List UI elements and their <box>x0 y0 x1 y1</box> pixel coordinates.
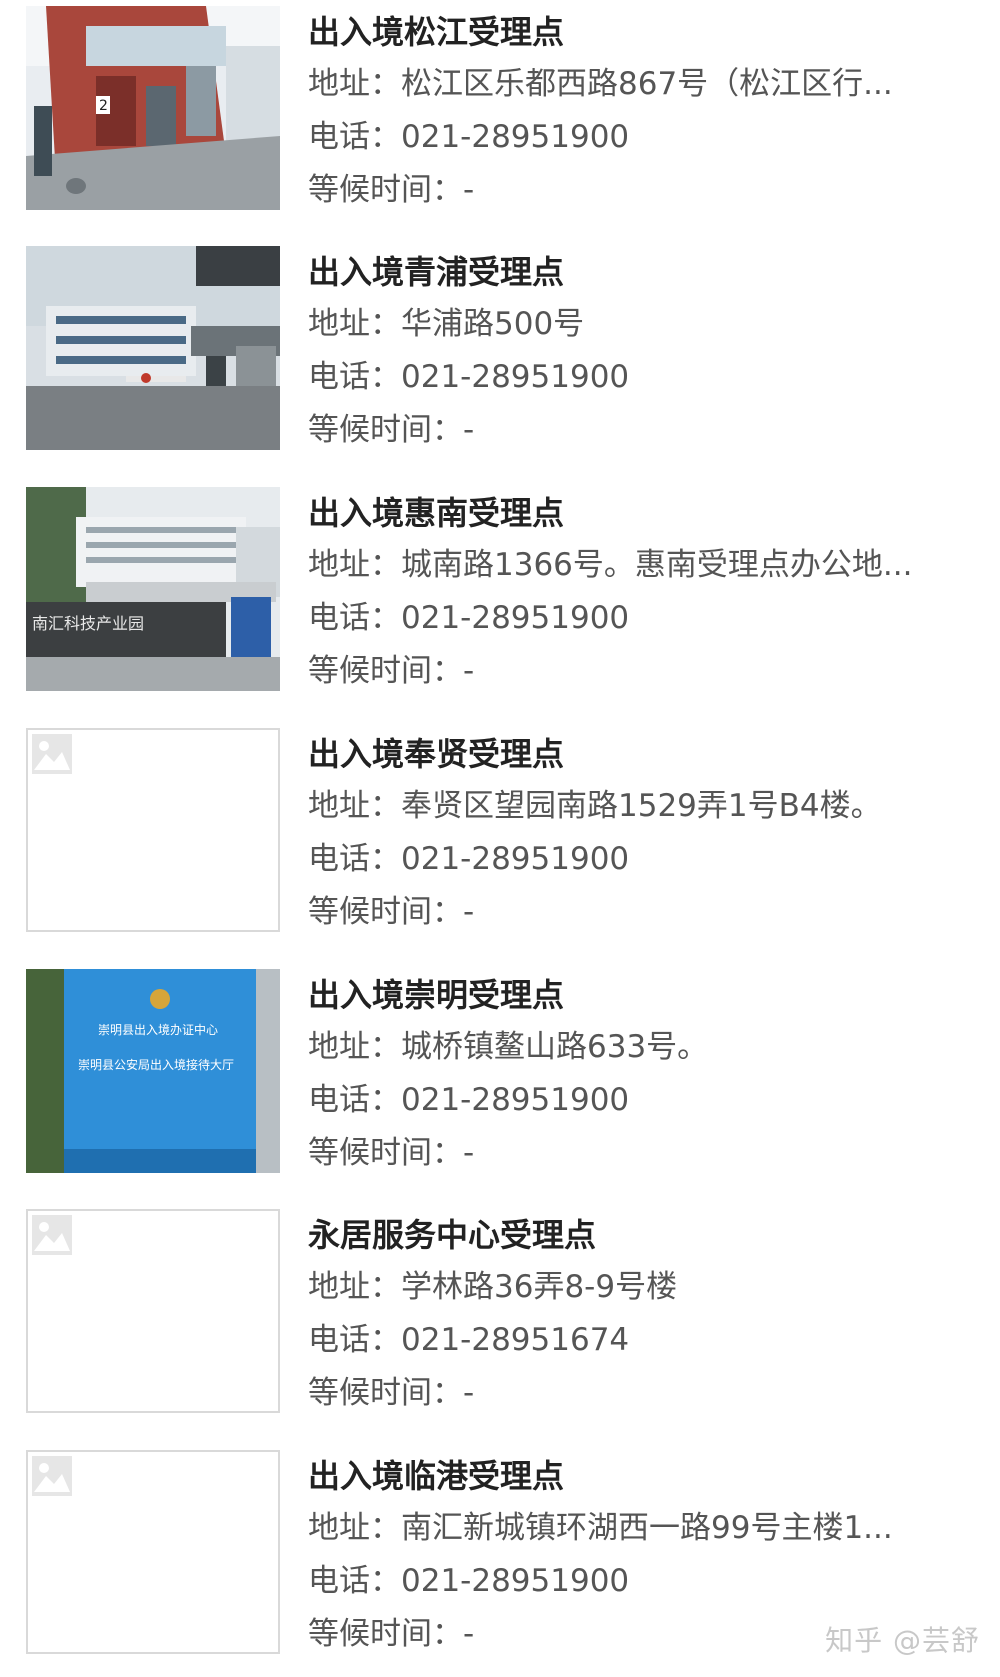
item-wait-time: 等候时间：- <box>308 172 475 208</box>
item-title[interactable]: 出入境松江受理点 <box>308 6 988 58</box>
item-info: 出入境奉贤受理点 地址：奉贤区望园南路1529弄1号B4楼。 电话：021-28… <box>308 728 988 939</box>
image-sign-text-1: 崇明县出入境办证中心 <box>98 1022 218 1037</box>
item-wait-time: 等候时间：- <box>308 894 475 930</box>
image-placeholder-icon <box>32 1215 72 1255</box>
item-info: 出入境惠南受理点 地址：城南路1366号。惠南受理点办公地... 电话：021-… <box>308 487 988 698</box>
item-address: 地址：学林路36弄8-9号楼 <box>308 1269 678 1305</box>
item-address: 地址：奉贤区望园南路1529弄1号B4楼。 <box>308 788 882 824</box>
item-phone[interactable]: 电话：021-28951900 <box>308 111 988 164</box>
item-address: 地址：华浦路500号 <box>308 306 585 342</box>
image-placeholder-icon <box>32 1456 72 1496</box>
location-photo[interactable] <box>26 246 280 450</box>
item-wait-time: 等候时间：- <box>308 1135 475 1171</box>
item-phone[interactable]: 电话：021-28951674 <box>308 1314 988 1367</box>
list-item[interactable]: 出入境奉贤受理点 地址：奉贤区望园南路1529弄1号B4楼。 电话：021-28… <box>0 728 1000 948</box>
item-info: 出入境松江受理点 地址：松江区乐都西路867号（松江区行... 电话：021-2… <box>308 6 988 217</box>
list-item[interactable]: 南汇科技产业园 出入境惠南受理点 地址：城南路1366号。惠南受理点办公地...… <box>0 487 1000 707</box>
image-sign-text-2: 崇明县公安局出入境接待大厅 <box>78 1057 234 1072</box>
location-photo-placeholder[interactable] <box>26 1450 280 1654</box>
item-wait-time: 等候时间：- <box>308 653 475 689</box>
item-phone[interactable]: 电话：021-28951900 <box>308 351 988 404</box>
item-phone[interactable]: 电话：021-28951900 <box>308 1555 988 1608</box>
item-info: 永居服务中心受理点 地址：学林路36弄8-9号楼 电话：021-28951674… <box>308 1209 988 1420</box>
item-title[interactable]: 出入境奉贤受理点 <box>308 728 988 780</box>
item-title[interactable]: 出入境青浦受理点 <box>308 246 988 298</box>
item-address: 地址：松江区乐都西路867号（松江区行... <box>308 66 893 102</box>
list-item[interactable]: 2 出入境松江受理点 地址：松江区乐都西路867号（松江区行... 电话：021… <box>0 6 1000 226</box>
item-title[interactable]: 出入境临港受理点 <box>308 1450 988 1502</box>
item-phone[interactable]: 电话：021-28951900 <box>308 1074 988 1127</box>
item-phone[interactable]: 电话：021-28951900 <box>308 833 988 886</box>
list-item[interactable]: 永居服务中心受理点 地址：学林路36弄8-9号楼 电话：021-28951674… <box>0 1209 1000 1429</box>
item-phone[interactable]: 电话：021-28951900 <box>308 592 988 645</box>
location-photo-placeholder[interactable] <box>26 728 280 932</box>
item-info: 出入境青浦受理点 地址：华浦路500号 电话：021-28951900 等候时间… <box>308 246 988 457</box>
image-sign-text: 南汇科技产业园 <box>32 614 144 633</box>
list-item[interactable]: 崇明县出入境办证中心 崇明县公安局出入境接待大厅 出入境崇明受理点 地址：城桥镇… <box>0 969 1000 1189</box>
item-wait-time: 等候时间：- <box>308 1375 475 1411</box>
item-address: 地址：城桥镇鳌山路633号。 <box>308 1029 709 1065</box>
item-address: 地址：城南路1366号。惠南受理点办公地... <box>308 547 913 583</box>
item-title[interactable]: 永居服务中心受理点 <box>308 1209 988 1261</box>
list-item[interactable]: 出入境青浦受理点 地址：华浦路500号 电话：021-28951900 等候时间… <box>0 246 1000 466</box>
image-placeholder-icon <box>32 734 72 774</box>
watermark: 知乎 @芸舒 <box>825 1624 980 1657</box>
item-wait-time: 等候时间：- <box>308 412 475 448</box>
item-info: 出入境崇明受理点 地址：城桥镇鳌山路633号。 电话：021-28951900 … <box>308 969 988 1180</box>
location-photo-placeholder[interactable] <box>26 1209 280 1413</box>
location-photo[interactable]: 2 <box>26 6 280 210</box>
location-photo[interactable]: 南汇科技产业园 <box>26 487 280 691</box>
svg-text:2: 2 <box>99 98 108 114</box>
item-title[interactable]: 出入境惠南受理点 <box>308 487 988 539</box>
item-address: 地址：南汇新城镇环湖西一路99号主楼1... <box>308 1510 893 1546</box>
location-photo[interactable]: 崇明县出入境办证中心 崇明县公安局出入境接待大厅 <box>26 969 280 1173</box>
item-title[interactable]: 出入境崇明受理点 <box>308 969 988 1021</box>
